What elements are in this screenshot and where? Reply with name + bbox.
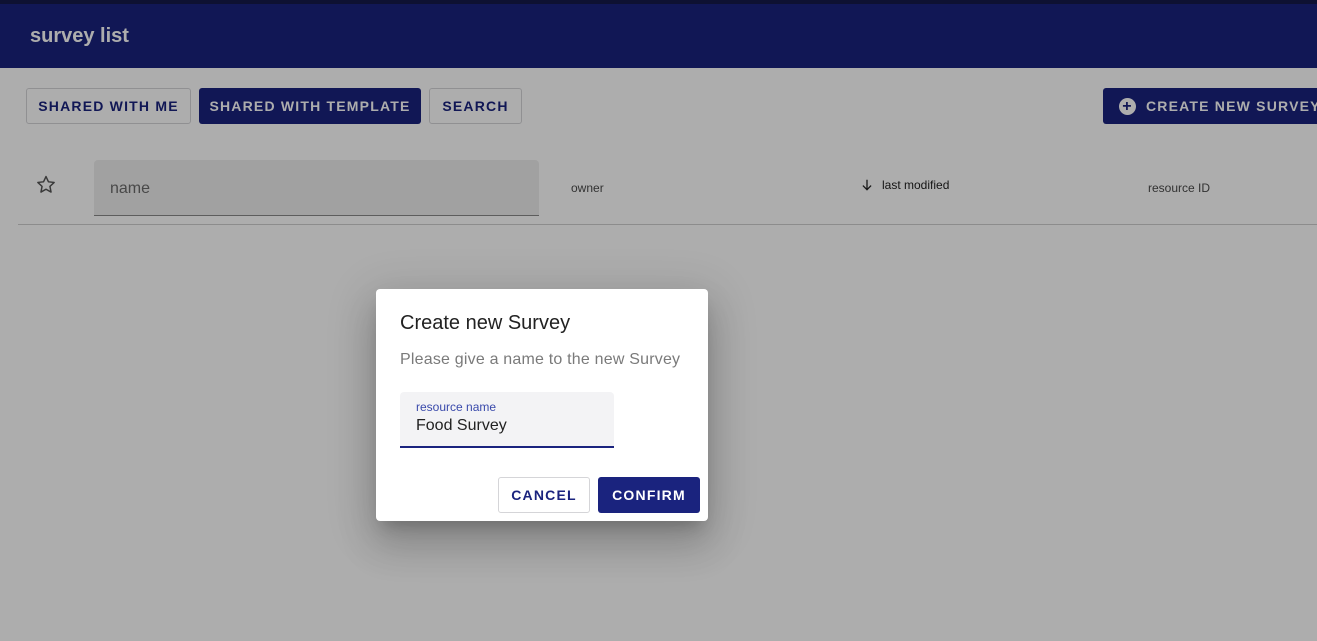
create-survey-dialog: Create new Survey Please give a name to … xyxy=(376,289,708,521)
confirm-button[interactable]: CONFIRM xyxy=(598,477,700,513)
resource-name-field[interactable]: resource name xyxy=(400,392,614,448)
dialog-title: Create new Survey xyxy=(400,312,571,334)
resource-name-label: resource name xyxy=(416,400,497,414)
dialog-message: Please give a name to the new Survey xyxy=(400,351,681,368)
resource-name-input[interactable] xyxy=(416,417,606,435)
cancel-button[interactable]: CANCEL xyxy=(498,477,590,513)
